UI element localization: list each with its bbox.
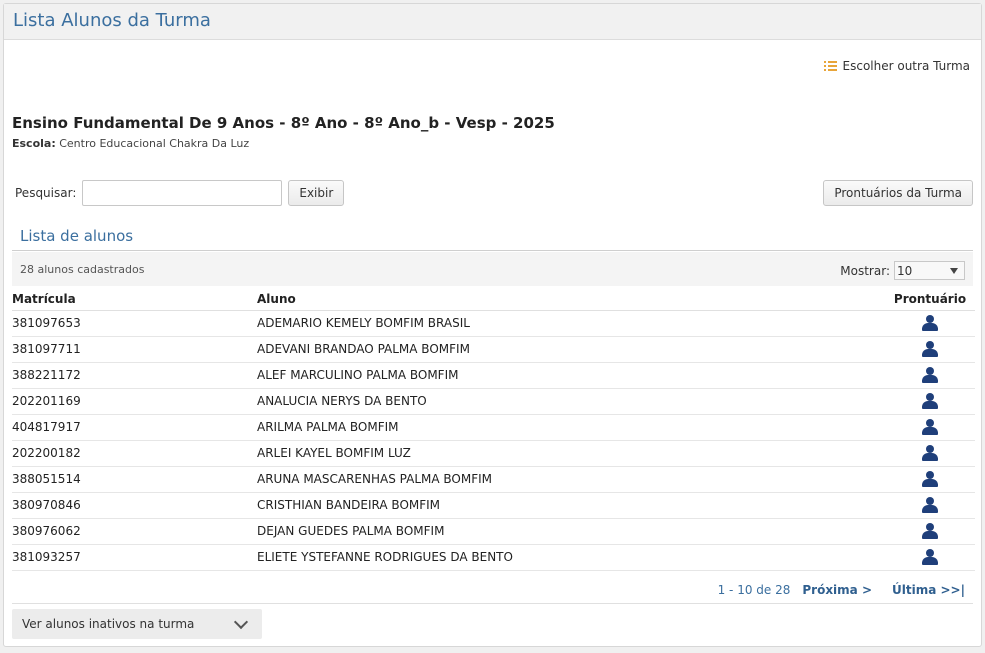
page-size-select[interactable]: 10 <box>894 261 965 280</box>
prontuario-cell <box>885 388 975 415</box>
escola-info: Escola: Centro Educacional Chakra Da Luz <box>12 137 249 150</box>
table-header-row: Matrícula Aluno Prontuário <box>12 288 975 311</box>
table-row: 202200182 ARLEI KAYEL BOMFIM LUZ <box>12 440 975 467</box>
last-page-link[interactable]: Última >>| <box>892 583 965 597</box>
table-row: 388221172 ALEF MARCULINO PALMA BOMFIM <box>12 362 975 389</box>
table-row: 380976062 DEJAN GUEDES PALMA BOMFIM <box>12 518 975 545</box>
table-row: 404817917 ARILMA PALMA BOMFIM <box>12 414 975 441</box>
chevron-down-icon <box>233 614 249 630</box>
prontuario-cell <box>885 440 975 467</box>
matricula-cell: 381097711 <box>12 336 257 363</box>
inativos-label: Ver alunos inativos na turma <box>22 617 195 631</box>
user-icon[interactable] <box>922 497 938 513</box>
prontuario-cell <box>885 466 975 493</box>
prontuario-cell <box>885 518 975 545</box>
inativos-toggle[interactable]: Ver alunos inativos na turma <box>12 609 262 639</box>
user-icon[interactable] <box>922 471 938 487</box>
page-size-label: Mostrar: <box>840 263 890 278</box>
page-title: Lista Alunos da Turma <box>13 10 211 31</box>
prontuario-cell <box>885 310 975 337</box>
aluno-cell: DEJAN GUEDES PALMA BOMFIM <box>257 518 885 545</box>
aluno-cell: ARLEI KAYEL BOMFIM LUZ <box>257 440 885 467</box>
prontuarios-turma-button[interactable]: Prontuários da Turma <box>823 180 973 206</box>
header-matricula[interactable]: Matrícula <box>12 288 257 311</box>
search-bar: Pesquisar: Exibir <box>15 180 345 206</box>
prontuario-cell <box>885 336 975 363</box>
list-toolbar: 28 alunos cadastrados Mostrar: 10 <box>12 252 973 286</box>
aluno-cell: ADEMARIO KEMELY BOMFIM BRASIL <box>257 310 885 337</box>
list-icon <box>823 61 837 71</box>
table-row: 388051514 ARUNA MASCARENHAS PALMA BOMFIM <box>12 466 975 493</box>
students-table: Matrícula Aluno Prontuário 381097653 ADEM… <box>12 288 975 571</box>
exibir-button[interactable]: Exibir <box>288 180 345 206</box>
prontuario-cell <box>885 414 975 441</box>
matricula-cell: 380976062 <box>12 518 257 545</box>
prontuario-cell <box>885 544 975 571</box>
table-row: 381097711 ADEVANI BRANDAO PALMA BOMFIM <box>12 336 975 363</box>
escola-label: Escola: <box>12 137 56 150</box>
aluno-cell: ARUNA MASCARENHAS PALMA BOMFIM <box>257 466 885 493</box>
matricula-cell: 380970846 <box>12 492 257 519</box>
choose-turma-link[interactable]: Escolher outra Turma <box>823 59 970 73</box>
prontuario-cell <box>885 492 975 519</box>
user-icon[interactable] <box>922 419 938 435</box>
table-row: 380970846 CRISTHIAN BANDEIRA BOMFIM <box>12 492 975 519</box>
next-page-link[interactable]: Próxima > <box>802 583 872 597</box>
user-icon[interactable] <box>922 549 938 565</box>
matricula-cell: 388051514 <box>12 466 257 493</box>
user-icon[interactable] <box>922 523 938 539</box>
table-row: 381097653 ADEMARIO KEMELY BOMFIM BRASIL <box>12 310 975 337</box>
matricula-cell: 381093257 <box>12 544 257 571</box>
page-size-control: Mostrar: 10 <box>840 261 965 280</box>
section-divider <box>12 250 973 251</box>
pagination: 1 - 10 de 28 Próxima > Última >>| <box>718 583 965 597</box>
choose-turma-label: Escolher outra Turma <box>842 59 970 73</box>
main-panel: Lista Alunos da Turma Escolher outra Tur… <box>3 3 982 647</box>
user-icon[interactable] <box>922 393 938 409</box>
student-count: 28 alunos cadastrados <box>20 263 145 276</box>
aluno-cell: CRISTHIAN BANDEIRA BOMFIM <box>257 492 885 519</box>
chevron-down-icon <box>950 268 958 274</box>
page-size-value: 10 <box>897 264 913 278</box>
search-label: Pesquisar: <box>15 186 77 200</box>
user-icon[interactable] <box>922 445 938 461</box>
table-row: 381093257 ELIETE YSTEFANNE RODRIGUES DA B… <box>12 544 975 571</box>
section-title: Lista de alunos <box>20 227 134 245</box>
aluno-cell: ARILMA PALMA BOMFIM <box>257 414 885 441</box>
user-icon[interactable] <box>922 367 938 383</box>
header-aluno[interactable]: Aluno <box>257 288 885 311</box>
turma-title: Ensino Fundamental De 9 Anos - 8º Ano - … <box>12 114 555 132</box>
page-range: 1 - 10 de 28 <box>717 583 791 597</box>
escola-value: Centro Educacional Chakra Da Luz <box>59 137 250 150</box>
search-input[interactable] <box>82 180 283 206</box>
user-icon[interactable] <box>922 315 938 331</box>
matricula-cell: 381097653 <box>12 310 257 337</box>
aluno-cell: ELIETE YSTEFANNE RODRIGUES DA BENTO <box>257 544 885 571</box>
prontuario-cell <box>885 362 975 389</box>
aluno-cell: ALEF MARCULINO PALMA BOMFIM <box>257 362 885 389</box>
pager-divider <box>12 603 973 604</box>
matricula-cell: 202200182 <box>12 440 257 467</box>
matricula-cell: 404817917 <box>12 414 257 441</box>
header-prontuario: Prontuário <box>885 288 975 311</box>
matricula-cell: 202201169 <box>12 388 257 415</box>
matricula-cell: 388221172 <box>12 362 257 389</box>
table-row: 202201169 ANALUCIA NERYS DA BENTO <box>12 388 975 415</box>
aluno-cell: ANALUCIA NERYS DA BENTO <box>257 388 885 415</box>
panel-header: Lista Alunos da Turma <box>4 4 981 40</box>
user-icon[interactable] <box>922 341 938 357</box>
aluno-cell: ADEVANI BRANDAO PALMA BOMFIM <box>257 336 885 363</box>
